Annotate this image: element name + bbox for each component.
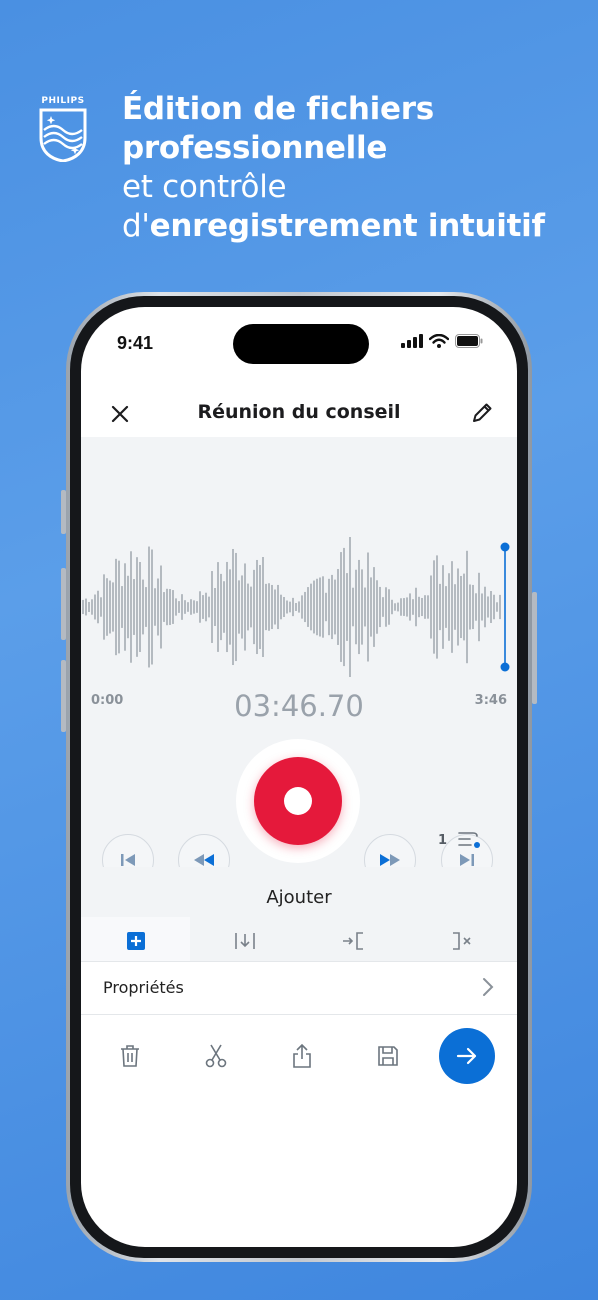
- insert-icon: [234, 933, 255, 949]
- add-panel-title: Ajouter: [266, 887, 332, 908]
- speed-icon: [458, 832, 480, 848]
- bottom-toolbar: [81, 1021, 517, 1091]
- philips-logo: PHILIPS: [36, 96, 90, 164]
- overwrite-icon: [342, 932, 363, 950]
- share-button[interactable]: [287, 1041, 317, 1071]
- add-square-icon: [126, 932, 145, 950]
- battery-icon: [455, 334, 483, 348]
- waveform[interactable]: [81, 537, 517, 677]
- philips-shield-icon: [39, 108, 87, 162]
- playback-speed-value: 1: [437, 833, 447, 848]
- delete-to-end-icon: [452, 932, 471, 950]
- dynamic-island: [233, 324, 369, 364]
- edit-mode-tabs: [81, 917, 517, 965]
- playback-speed-button[interactable]: [457, 828, 483, 854]
- tab-overwrite[interactable]: [299, 917, 408, 965]
- headline-line-4-bold: enregistrement intuitif: [149, 208, 545, 244]
- share-icon: [293, 1043, 311, 1068]
- headline-line-3: et contrôle: [122, 169, 287, 205]
- pencil-icon: [473, 403, 492, 422]
- navigation-bar: Réunion du conseil: [81, 385, 517, 443]
- cellular-signal-icon: [401, 334, 423, 348]
- power-button: [532, 592, 537, 704]
- save-icon: [378, 1046, 398, 1066]
- end-time: 3:46: [474, 693, 507, 708]
- properties-row[interactable]: Propriétés: [81, 961, 517, 1015]
- current-time: 03:46.70: [234, 689, 364, 723]
- send-button[interactable]: [439, 1028, 495, 1084]
- recording-title: Réunion du conseil: [197, 401, 401, 423]
- wifi-icon: [429, 334, 449, 348]
- tab-append[interactable]: [81, 917, 190, 965]
- headline-line-4-prefix: d': [122, 208, 150, 244]
- tab-insert[interactable]: [190, 917, 299, 965]
- playhead-bottom-handle[interactable]: [500, 662, 510, 672]
- edit-title-button[interactable]: [467, 398, 497, 428]
- trash-icon: [121, 1045, 139, 1067]
- tab-delete-to-end[interactable]: [408, 917, 517, 965]
- phone-frame: 9:41 Réunion du conseil 0:00 03:46.70 3:…: [66, 292, 532, 1262]
- chevron-right-icon: [483, 978, 494, 996]
- record-dot-icon: [284, 787, 312, 815]
- record-button[interactable]: [254, 757, 342, 845]
- brand-name: PHILIPS: [41, 96, 85, 106]
- app-screen: 9:41 Réunion du conseil 0:00 03:46.70 3:…: [81, 307, 517, 1247]
- save-button[interactable]: [373, 1041, 403, 1071]
- headline: Édition de fichiers professionnelle et c…: [122, 90, 582, 246]
- properties-label: Propriétés: [103, 978, 184, 997]
- delete-button[interactable]: [115, 1041, 145, 1071]
- send-arrow-icon: [456, 1047, 477, 1065]
- headline-line-1: Édition de fichiers: [122, 91, 434, 127]
- status-bar: 9:41: [81, 307, 517, 377]
- scissors-icon: [205, 1044, 227, 1068]
- status-time: 9:41: [117, 333, 154, 353]
- cut-button[interactable]: [201, 1041, 231, 1071]
- headline-line-2: professionnelle: [122, 130, 388, 166]
- playhead-top-handle[interactable]: [500, 542, 510, 552]
